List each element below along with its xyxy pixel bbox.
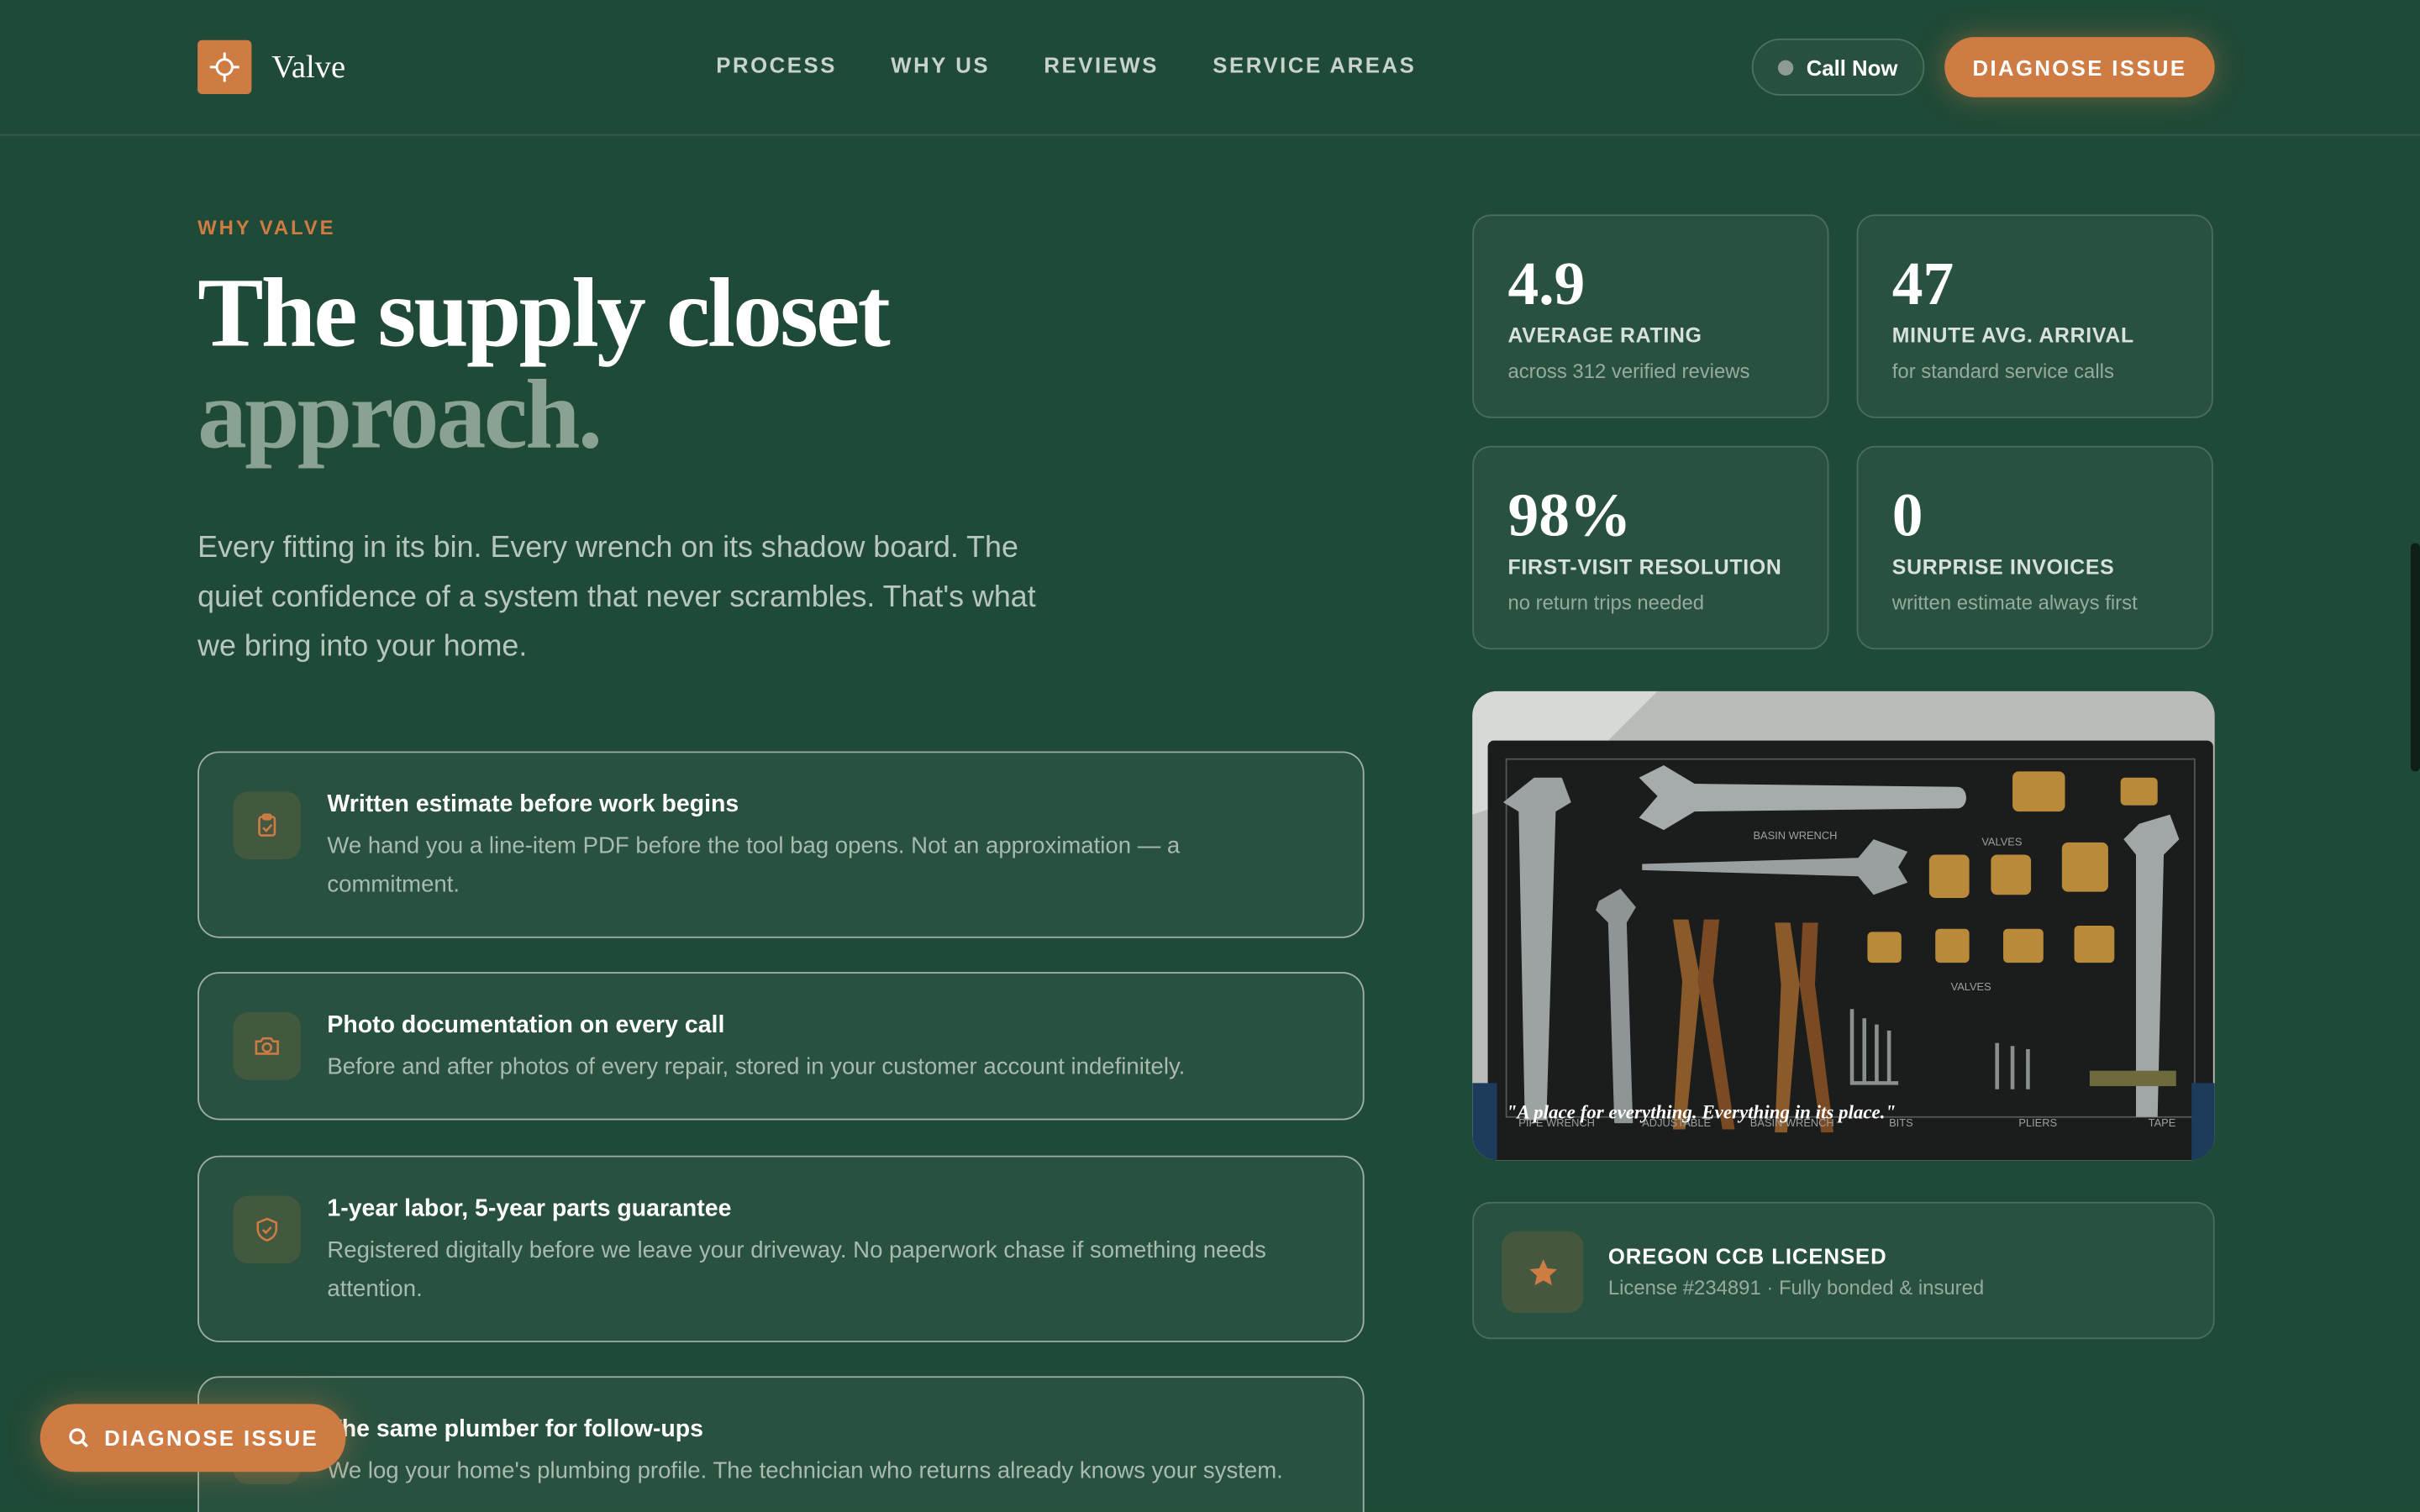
section-title: The supply closet approach. — [197, 257, 891, 470]
feature-description: Registered digitally before we leave you… — [327, 1237, 1266, 1303]
section-title-line1: The supply closet — [197, 257, 891, 368]
stat-value: 47 — [1891, 248, 1954, 318]
page: Valve PROCESS WHY US REVIEWS SERVICE ARE… — [0, 0, 2420, 1512]
tool-shadow-board-image: BASIN WRENCH VALVES VALVES PIPE WRENCH A… — [1472, 690, 2215, 1161]
nav-link-process[interactable]: PROCESS — [716, 52, 837, 76]
crosshair-icon — [197, 39, 252, 95]
star-icon — [1502, 1231, 1584, 1314]
feature-title: Written estimate before work begins — [327, 791, 739, 818]
stat-card-invoices: 0 SURPRISE INVOICES written estimate alw… — [1856, 445, 2213, 650]
section-lead: Every fitting in its bin. Every wrench o… — [197, 530, 1036, 664]
feature-title: Photo documentation on every call — [327, 1011, 725, 1039]
call-now-button[interactable]: Call Now — [1751, 38, 1925, 96]
diagnose-issue-button[interactable]: DIAGNOSE ISSUE — [1944, 37, 2215, 97]
section-eyebrow: WHY VALVE — [197, 216, 336, 239]
camera-icon — [233, 1011, 302, 1080]
stat-subtext: written estimate always first — [1891, 591, 2138, 615]
board-quote: "A place for everything. Everything in i… — [1506, 1101, 1897, 1124]
stat-label: MINUTE AVG. ARRIVAL — [1891, 323, 2134, 348]
stat-value: 4.9 — [1507, 248, 1586, 318]
brand-logo[interactable]: Valve — [197, 39, 346, 95]
main-nav: PROCESS WHY US REVIEWS SERVICE AREAS — [716, 52, 1470, 76]
feature-card-guarantee: 1-year labor, 5-year parts guarantee Reg… — [197, 1155, 1365, 1342]
stat-subtext: no return trips needed — [1507, 591, 1705, 615]
status-dot-icon — [1778, 59, 1795, 76]
feature-card-estimate: Written estimate before work begins We h… — [197, 751, 1365, 938]
feature-title: 1-year labor, 5-year parts guarantee — [327, 1195, 732, 1222]
license-title: OREGON CCB LICENSED — [1607, 1243, 1887, 1268]
board-label-valves-2: VALVES — [1951, 980, 1991, 993]
nav-link-why-us[interactable]: WHY US — [891, 52, 990, 76]
stat-card-resolution: 98% FIRST-VISIT RESOLUTION no return tri… — [1472, 445, 1829, 650]
tool-board-illustration: BASIN WRENCH VALVES VALVES PIPE WRENCH A… — [1472, 690, 2215, 1161]
clipboard-icon — [233, 791, 302, 860]
board-label-basin-wrench: BASIN WRENCH — [1753, 829, 1837, 842]
shield-check-icon — [233, 1195, 302, 1264]
search-icon — [68, 1428, 88, 1448]
site-header: Valve PROCESS WHY US REVIEWS SERVICE ARE… — [0, 0, 2420, 136]
feature-description: Before and after photos of every repair,… — [327, 1053, 1186, 1080]
stat-value: 0 — [1891, 480, 1923, 549]
stat-card-arrival: 47 MINUTE AVG. ARRIVAL for standard serv… — [1856, 214, 2213, 418]
floating-diagnose-button[interactable]: DIAGNOSE ISSUE — [39, 1404, 346, 1473]
call-now-label: Call Now — [1806, 55, 1898, 80]
stat-label: FIRST-VISIT RESOLUTION — [1507, 555, 1782, 579]
floating-diagnose-label: DIAGNOSE ISSUE — [104, 1425, 319, 1451]
stat-subtext: across 312 verified reviews — [1507, 359, 1750, 383]
feature-card-follow-ups: The same plumber for follow-ups We log y… — [197, 1376, 1365, 1512]
brand-name: Valve — [271, 47, 346, 86]
section-title-line2: approach. — [197, 359, 602, 470]
feature-title: The same plumber for follow-ups — [327, 1416, 704, 1443]
stat-subtext: for standard service calls — [1891, 359, 2114, 383]
feature-card-photos: Photo documentation on every call Before… — [197, 972, 1365, 1121]
board-label-tape: TAPE — [2149, 1116, 2176, 1129]
license-card: OREGON CCB LICENSED License #234891 · Fu… — [1472, 1201, 2215, 1340]
stat-label: AVERAGE RATING — [1507, 323, 1702, 348]
scrollbar-thumb[interactable] — [2410, 543, 2420, 772]
feature-description: We log your home's plumbing profile. The… — [327, 1457, 1283, 1484]
license-subtext: License #234891 · Fully bonded & insured — [1607, 1275, 1985, 1299]
stat-label: SURPRISE INVOICES — [1891, 555, 2115, 579]
nav-link-service-areas[interactable]: SERVICE AREAS — [1213, 52, 1416, 76]
stat-value: 98% — [1507, 480, 1632, 549]
board-label-valves: VALVES — [1981, 836, 2022, 848]
feature-description: We hand you a line-item PDF before the t… — [327, 832, 1181, 898]
stat-card-rating: 4.9 AVERAGE RATING across 312 verified r… — [1472, 214, 1829, 418]
board-label-pliers: PLIERS — [2018, 1116, 2057, 1129]
nav-link-reviews[interactable]: REVIEWS — [1044, 52, 1159, 76]
